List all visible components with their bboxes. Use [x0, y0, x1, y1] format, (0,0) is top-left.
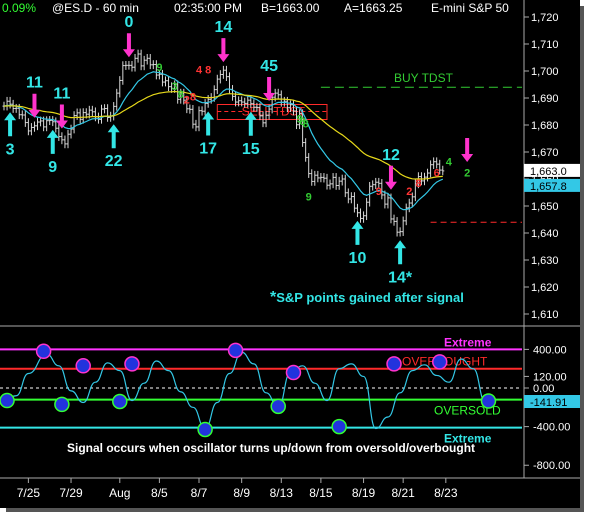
price-tick-label: 1,630: [531, 255, 559, 267]
td-count-green: 9: [156, 62, 162, 74]
td-count-red: 2: [406, 186, 412, 198]
time-tick-label: 8/13: [270, 486, 294, 500]
sell-signal-label: 11: [26, 75, 43, 92]
header-time: 02:35:00 PM: [174, 1, 242, 15]
sell-signal-label: 14: [214, 19, 232, 36]
header-name: E-mini S&P 50: [431, 1, 509, 15]
oscillator-turn-circle: [35, 343, 52, 360]
oscillator-turn-circle: [75, 358, 91, 374]
oscillator-turn-circle: [386, 356, 402, 372]
time-tick-label: 8/15: [309, 486, 333, 500]
buy-signal-label: 17: [199, 141, 217, 158]
buy-tdst-label: BUY TDST: [394, 71, 454, 85]
time-tick-label: 7/25: [17, 486, 41, 500]
time-tick-label: Aug: [109, 486, 130, 500]
price-tick-label: 1,650: [531, 201, 559, 213]
td-count-green: 4: [446, 157, 453, 169]
oscillator-turn-circle: [54, 396, 70, 413]
price-tick-label: 1,700: [531, 66, 559, 78]
oscillator-turn-circle: [431, 354, 448, 370]
price-tick-label: 1,640: [531, 228, 559, 240]
time-tick-label: 8/19: [352, 486, 376, 500]
buy-signal-label: 10: [349, 250, 367, 267]
price-tick-label: 1,620: [531, 282, 559, 294]
osc-tick-label: -800.00: [533, 460, 570, 472]
td-count-green: 9: [306, 192, 312, 204]
osc-tick-label: 0.00: [533, 383, 554, 395]
price-tick-label: 1,720: [531, 12, 559, 24]
time-tick-label: 7/29: [59, 486, 83, 500]
td-count-green: 2: [464, 167, 470, 179]
oscillator-tag: -141.91: [524, 395, 580, 409]
sell-signal-label: 11: [53, 86, 70, 103]
sell-signal-label: 0: [124, 14, 133, 31]
oscillator-turn-circle: [124, 356, 140, 372]
td-count-red: 6: [434, 167, 440, 179]
annotation-text: S&P points gained after signal: [276, 290, 464, 305]
chart-window: 0.09% @ES.D - 60 min 02:35:00 PM B=1663.…: [0, 0, 591, 517]
td-count-red: 8: [205, 65, 211, 77]
oscillator-value-tag: -141.91: [530, 397, 567, 409]
sell-signal-label: 12: [382, 147, 400, 164]
oscillator-turn-circle: [480, 393, 497, 409]
header-symbol: @ES.D - 60 min: [52, 1, 139, 15]
td-count-red: 4: [196, 65, 203, 77]
td-count-red: 9: [376, 186, 382, 198]
price-tick-label: 1,690: [531, 93, 559, 105]
time-tick-label: 8/5: [151, 486, 168, 500]
price-tick-label: 1,670: [531, 147, 559, 159]
price-tick-label: 1,710: [531, 39, 559, 51]
oscillator-turn-circle: [270, 398, 286, 415]
time-tick-label: 8/7: [191, 486, 208, 500]
oscillator-turn-circle: [285, 364, 302, 381]
header-change: 0.09%: [2, 1, 36, 15]
osc-tick-label: 120.00: [533, 371, 567, 383]
header-bid: B=1663.00: [261, 1, 320, 15]
oscillator-caption: Signal occurs when oscillator turns up/d…: [67, 441, 475, 455]
td-count-green: 8: [303, 119, 309, 131]
oscillator-turn-circle: [331, 418, 347, 435]
td-count-red: 8: [415, 178, 421, 190]
time-tick-label: 8/23: [434, 486, 458, 500]
price-tick-label: 1,680: [531, 120, 559, 132]
sell-signal-label: 45: [260, 58, 278, 75]
oscillator-turn-circle: [0, 392, 15, 409]
last-price-tag: 1,663.0: [530, 166, 567, 178]
asterisk-note: *S&P points gained after signal: [270, 289, 464, 306]
buy-signal-label: 14*: [388, 269, 413, 286]
osc-tick-label: 400.00: [533, 344, 567, 356]
buy-signal-label: 9: [48, 159, 57, 176]
buy-signal-label: 22: [105, 153, 123, 170]
chart-background: [0, 0, 580, 508]
td-count-red: 8: [190, 92, 196, 104]
price-tick-label: 1,610: [531, 309, 559, 321]
time-tick-label: 8/9: [233, 486, 250, 500]
buy-signal-label: 15: [242, 141, 260, 158]
chart-svg: 0.09% @ES.D - 60 min 02:35:00 PM B=1663.…: [0, 0, 591, 517]
osc-tick-label: -400.00: [533, 422, 570, 434]
oscillator-turn-circle: [197, 421, 213, 438]
oscillator-turn-circle: [112, 393, 128, 410]
ma-value-tag: 1,657.8: [530, 181, 567, 193]
extreme-top-label: Extreme: [444, 335, 492, 349]
header-ask: A=1663.25: [344, 1, 403, 15]
buy-signal-label: 3: [6, 141, 15, 158]
oscillator-turn-circle: [227, 342, 244, 359]
time-tick-label: 8/21: [391, 486, 415, 500]
